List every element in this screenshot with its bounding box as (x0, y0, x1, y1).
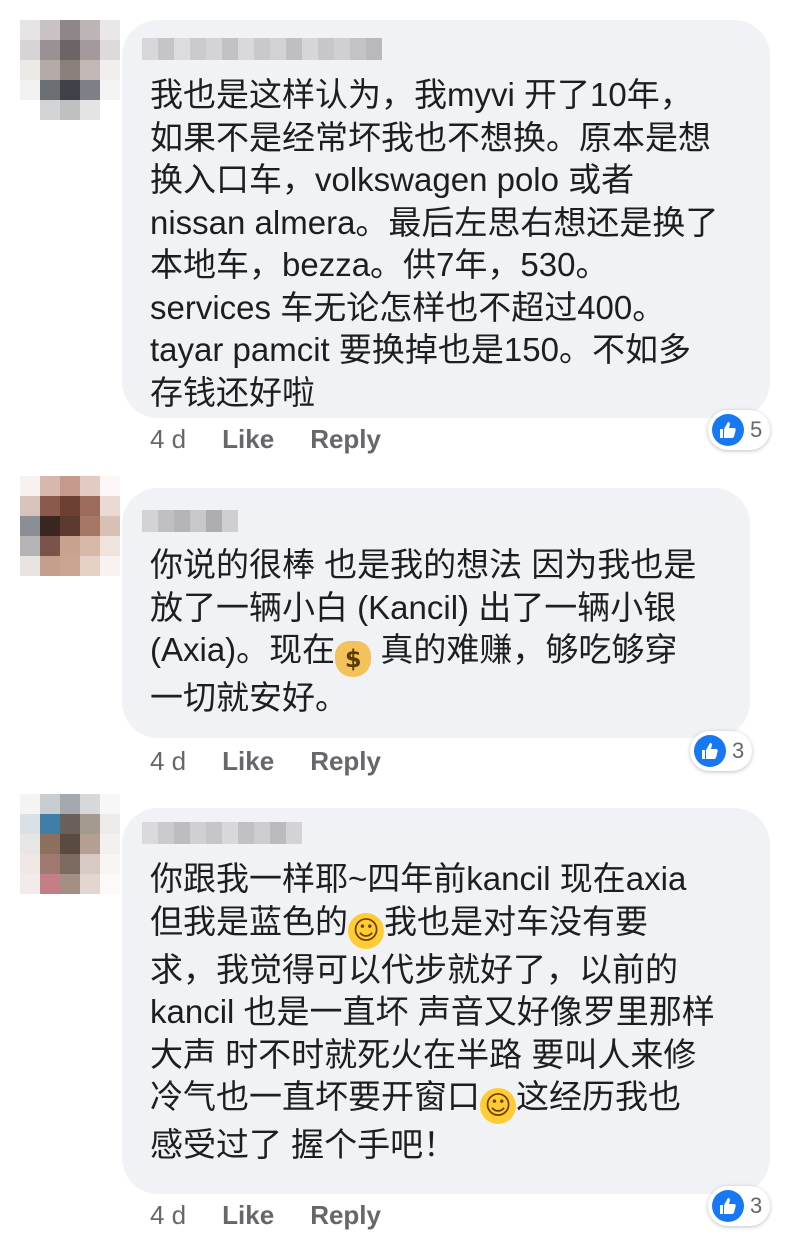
timestamp[interactable]: 4 d (150, 424, 186, 455)
comment-actions: 4 d Like Reply (150, 746, 417, 777)
like-icon (712, 1190, 744, 1222)
reply-button[interactable]: Reply (310, 424, 381, 455)
reaction-count: 3 (732, 738, 745, 763)
author-name-blurred[interactable] (142, 822, 302, 844)
reply-button[interactable]: Reply (310, 1200, 381, 1231)
reaction-badge[interactable]: 5 (708, 410, 771, 450)
comment-text: 你说的很棒 也是我的想法 因为我也是 放了一辆小白 (Kancil) 出了一辆小… (150, 544, 730, 720)
reaction-count: 5 (750, 417, 763, 442)
money-bag-icon: $ (335, 641, 372, 677)
timestamp[interactable]: 4 d (150, 746, 186, 777)
like-icon (694, 735, 726, 767)
sweat-smile-icon: ☺ (480, 1088, 516, 1124)
comment-text: 你跟我一样耶~四年前kancil 现在axia 但我是蓝色的 ☺ 我也是对车没有要 … (150, 858, 750, 1167)
like-icon (712, 414, 744, 446)
timestamp[interactable]: 4 d (150, 1200, 186, 1231)
avatar[interactable] (20, 476, 120, 576)
like-button[interactable]: Like (222, 424, 274, 455)
grinning-face-icon: ☺ (348, 912, 384, 949)
author-name-blurred[interactable] (142, 510, 238, 532)
comment-bubble: 你跟我一样耶~四年前kancil 现在axia 但我是蓝色的 ☺ 我也是对车没有要 … (122, 808, 770, 1194)
comment-bubble: 我也是这样认为，我myvi 开了10年， 如果不是经常坏我也不想换。原本是想 换… (122, 20, 770, 418)
like-button[interactable]: Like (222, 746, 274, 777)
reaction-badge[interactable]: 3 (708, 1186, 771, 1226)
comment-actions: 4 d Like Reply (150, 1200, 417, 1231)
author-name-blurred[interactable] (142, 38, 382, 60)
comment-bubble: 你说的很棒 也是我的想法 因为我也是 放了一辆小白 (Kancil) 出了一辆小… (122, 488, 750, 738)
avatar[interactable] (20, 794, 120, 894)
comment-actions: 4 d Like Reply (150, 424, 417, 455)
reply-button[interactable]: Reply (310, 746, 381, 777)
comment-text: 我也是这样认为，我myvi 开了10年， 如果不是经常坏我也不想换。原本是想 换… (150, 76, 719, 411)
avatar[interactable] (20, 20, 120, 120)
like-button[interactable]: Like (222, 1200, 274, 1231)
reaction-badge[interactable]: 3 (690, 731, 753, 771)
reaction-count: 3 (750, 1193, 763, 1218)
